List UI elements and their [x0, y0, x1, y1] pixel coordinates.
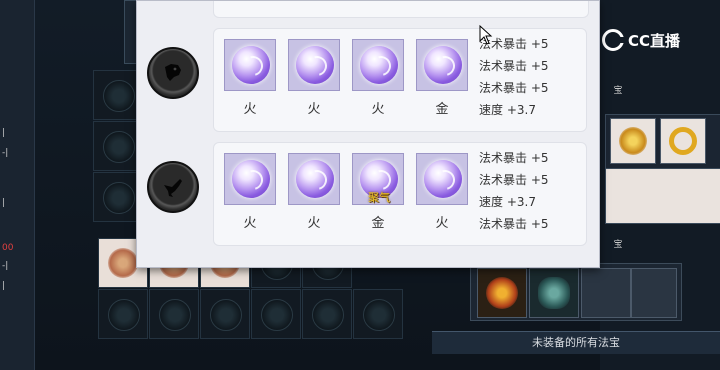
stat-line: 法术暴击 +5	[479, 173, 549, 187]
dark-bird-icon	[147, 161, 199, 213]
gem-element-label: 火	[371, 102, 385, 117]
equipped-treasure-box	[605, 114, 720, 170]
gem-slot[interactable]	[224, 39, 276, 91]
left-mark: |	[2, 128, 6, 138]
treasure-slot[interactable]	[631, 268, 677, 318]
purple-gem-icon	[296, 160, 334, 198]
empty-treasure-row	[605, 168, 720, 224]
inventory-slot[interactable]	[302, 289, 352, 339]
gem-tooltip-popup: 火 火 火 金 法术暴击 +5 法术暴击 +5 法术暴击 +5 速度 +3.7 …	[136, 0, 600, 268]
empty-slot-icon	[261, 299, 293, 331]
gem-slot[interactable]	[288, 39, 340, 91]
flame-treasure-icon	[486, 277, 518, 309]
left-mark: |	[2, 281, 6, 291]
left-side-panel: | -| | 00 -| |	[0, 0, 35, 370]
cc-logo-icon	[602, 29, 625, 51]
popup-top-card	[213, 1, 589, 18]
left-mark: -|	[2, 261, 9, 271]
gem-element-label: 火	[243, 216, 257, 231]
gem-tag-label: 聚气	[368, 191, 390, 204]
gem-element-label: 火	[307, 216, 321, 231]
gem-slot[interactable]	[224, 153, 276, 205]
gem-set-row: 火 火 火 金 法术暴击 +5 法术暴击 +5 法术暴击 +5 速度 +3.7	[213, 28, 587, 132]
gem-slot[interactable]	[288, 153, 340, 205]
purple-gem-icon	[424, 160, 462, 198]
empty-slot-icon	[312, 299, 344, 331]
treasure-slot[interactable]	[477, 268, 527, 318]
stat-line: 法术暴击 +5	[479, 81, 549, 95]
purple-gem-icon	[296, 46, 334, 84]
treasure-slot[interactable]	[529, 268, 579, 318]
gem-element-label: 火	[243, 102, 257, 117]
staff-item-icon	[108, 248, 138, 278]
empty-slot-icon	[363, 299, 395, 331]
empty-slot-icon	[103, 131, 135, 163]
treasure-slot[interactable]	[581, 268, 631, 318]
unequipped-treasures-header: 未装备的所有法宝	[432, 331, 720, 354]
gem-element-label: 金	[435, 102, 449, 117]
left-mark: -|	[2, 148, 9, 158]
inventory-slot[interactable]	[353, 289, 403, 339]
purple-gem-icon	[232, 160, 270, 198]
gem-stats-list: 法术暴击 +5 法术暴击 +5 法术暴击 +5 速度 +3.7	[479, 33, 579, 121]
dark-beast-head-icon	[147, 47, 199, 99]
stat-line: 速度 +3.7	[479, 195, 536, 209]
jade-treasure-icon	[538, 277, 570, 309]
unequipped-treasure-bar	[470, 263, 682, 321]
logo-text: CC直播	[628, 31, 681, 50]
stat-line: 法术暴击 +5	[479, 59, 549, 73]
treasure-slot[interactable]	[660, 118, 706, 164]
empty-slot-icon	[103, 80, 135, 112]
stat-line: 法术暴击 +5	[479, 217, 549, 231]
gem-slot[interactable]	[352, 39, 404, 91]
gem-stats-list: 法术暴击 +5 法术暴击 +5 速度 +3.7 法术暴击 +5	[479, 147, 579, 235]
empty-slot-icon	[159, 299, 191, 331]
inventory-slot[interactable]	[149, 289, 199, 339]
gem-set-row: 火 火 聚气 金 火 法术暴击 +5 法术暴击 +5 速度 +3.7 法术暴击 …	[213, 142, 587, 246]
inventory-slot[interactable]	[251, 289, 301, 339]
mouse-cursor-icon	[479, 24, 493, 45]
gem-element-label: 火	[307, 102, 321, 117]
empty-slot-icon	[108, 299, 140, 331]
section-label: 宝	[613, 86, 623, 96]
stat-line: 法术暴击 +5	[479, 37, 549, 51]
section-label: 宝	[613, 240, 623, 250]
gem-slot[interactable]	[416, 153, 468, 205]
gem-slot[interactable]: 聚气	[352, 153, 404, 205]
treasure-slot[interactable]	[610, 118, 656, 164]
purple-gem-icon	[360, 46, 398, 84]
purple-gem-icon	[424, 46, 462, 84]
gold-ring-icon	[669, 127, 697, 155]
purple-gem-icon	[232, 46, 270, 84]
stat-line: 速度 +3.7	[479, 103, 536, 117]
gem-element-label: 火	[435, 216, 449, 231]
left-mark: |	[2, 198, 6, 208]
golden-treasure-icon	[619, 127, 647, 155]
inventory-slot[interactable]	[200, 289, 250, 339]
stream-logo: CC直播	[602, 26, 680, 54]
inventory-slot[interactable]	[98, 289, 148, 339]
empty-slot-icon	[210, 299, 242, 331]
gem-slot[interactable]	[416, 39, 468, 91]
left-mark: 00	[2, 243, 14, 253]
gem-element-label: 金	[371, 216, 385, 231]
empty-slot-icon	[103, 182, 135, 214]
stat-line: 法术暴击 +5	[479, 151, 549, 165]
